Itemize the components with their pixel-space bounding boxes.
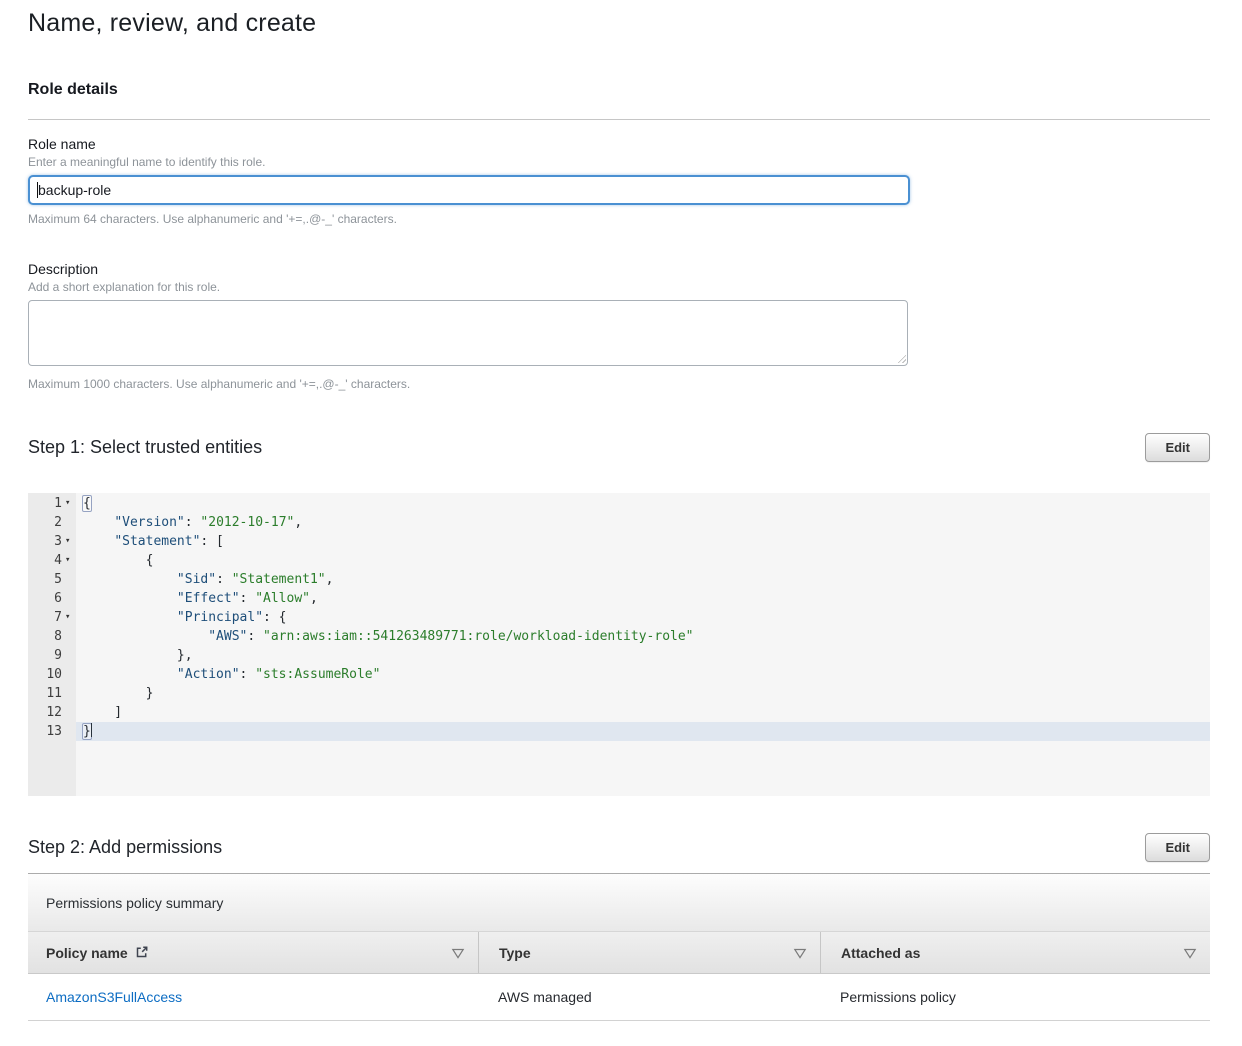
description-help: Add a short explanation for this role. [28,280,1210,294]
gutter-line-number: 13▾ [28,722,76,741]
type-header-label: Type [499,945,531,961]
page-title: Name, review, and create [28,9,1210,38]
gutter-line-number: 1▾ [28,494,76,513]
gutter-line-number: 12▾ [28,703,76,722]
code-line[interactable]: "Action": "sts:AssumeRole" [76,665,1210,684]
role-name-help: Enter a meaningful name to identify this… [28,155,1210,169]
code-line[interactable]: { [76,551,1210,570]
code-line[interactable]: "Sid": "Statement1", [76,570,1210,589]
page-container: Name, review, and create Role details Ro… [28,9,1210,1021]
gutter-line-number: 5▾ [28,570,76,589]
sort-triangle-icon[interactable] [451,948,465,959]
column-header-policy-name[interactable]: Policy name [28,932,478,973]
editor-code-area[interactable]: { "Version": "2012-10-17", "Statement": … [76,493,1210,796]
fold-arrow-icon[interactable]: ▾ [62,551,76,570]
description-textarea-wrap [28,300,908,366]
column-header-type[interactable]: Type [478,932,820,973]
step2-header-row: Step 2: Add permissions Edit [28,833,1210,862]
table-row: AmazonS3FullAccess AWS managed Permissio… [28,974,1210,1021]
code-line[interactable]: "Statement": [ [76,532,1210,551]
sort-triangle-icon[interactable] [793,948,807,959]
editor-gutter: 1▾2▾3▾4▾5▾6▾7▾8▾9▾10▾11▾12▾13▾ [28,493,76,796]
gutter-line-number: 10▾ [28,665,76,684]
description-label: Description [28,261,1210,277]
code-line[interactable]: "AWS": "arn:aws:iam::541263489771:role/w… [76,627,1210,646]
gutter-line-number: 7▾ [28,608,76,627]
role-details-divider [28,119,1210,120]
role-details-heading: Role details [28,81,1210,99]
policy-name-cell: AmazonS3FullAccess [28,989,478,1005]
fold-arrow-icon[interactable]: ▾ [62,532,76,551]
step2-edit-button[interactable]: Edit [1145,833,1210,862]
fold-arrow-icon[interactable]: ▾ [62,494,76,513]
policy-table-header: Policy name Type At [28,932,1210,974]
step1-edit-button[interactable]: Edit [1145,433,1210,462]
code-line[interactable]: ] [76,703,1210,722]
gutter-line-number: 3▾ [28,532,76,551]
code-line[interactable]: } [76,684,1210,703]
code-line[interactable]: } [76,722,1210,741]
permissions-panel-title: Permissions policy summary [28,874,1210,932]
code-line[interactable]: "Version": "2012-10-17", [76,513,1210,532]
attached-as-header-label: Attached as [841,945,920,961]
role-name-label: Role name [28,136,1210,152]
trust-policy-code-editor[interactable]: 1▾2▾3▾4▾5▾6▾7▾8▾9▾10▾11▾12▾13▾ { "Versio… [28,493,1210,796]
permissions-panel: Permissions policy summary Policy name T… [28,873,1210,1021]
text-caret [37,182,38,198]
gutter-line-number: 4▾ [28,551,76,570]
gutter-line-number: 8▾ [28,627,76,646]
column-header-attached-as[interactable]: Attached as [820,932,1210,973]
role-name-constraint: Maximum 64 characters. Use alphanumeric … [28,212,1210,226]
editor-caret [91,723,92,737]
fold-arrow-icon[interactable]: ▾ [62,608,76,627]
role-name-input-wrap [28,175,910,205]
gutter-line-number: 6▾ [28,589,76,608]
policy-name-header-label: Policy name [46,945,128,961]
code-line[interactable]: "Principal": { [76,608,1210,627]
step1-heading: Step 1: Select trusted entities [28,433,262,461]
policy-link[interactable]: AmazonS3FullAccess [46,989,182,1005]
description-textarea[interactable] [28,300,908,366]
external-link-icon [135,945,149,962]
code-line[interactable]: }, [76,646,1210,665]
code-line[interactable]: "Effect": "Allow", [76,589,1210,608]
gutter-line-number: 11▾ [28,684,76,703]
sort-triangle-icon[interactable] [1183,948,1197,959]
attached-as-cell: Permissions policy [820,989,1210,1005]
step1-header-row: Step 1: Select trusted entities Edit [28,433,1210,462]
step2-heading: Step 2: Add permissions [28,833,222,861]
role-name-input[interactable] [28,175,910,205]
gutter-line-number: 9▾ [28,646,76,665]
policy-type-cell: AWS managed [478,989,820,1005]
code-line[interactable]: { [76,494,1210,513]
description-constraint: Maximum 1000 characters. Use alphanumeri… [28,377,1210,391]
gutter-line-number: 2▾ [28,513,76,532]
